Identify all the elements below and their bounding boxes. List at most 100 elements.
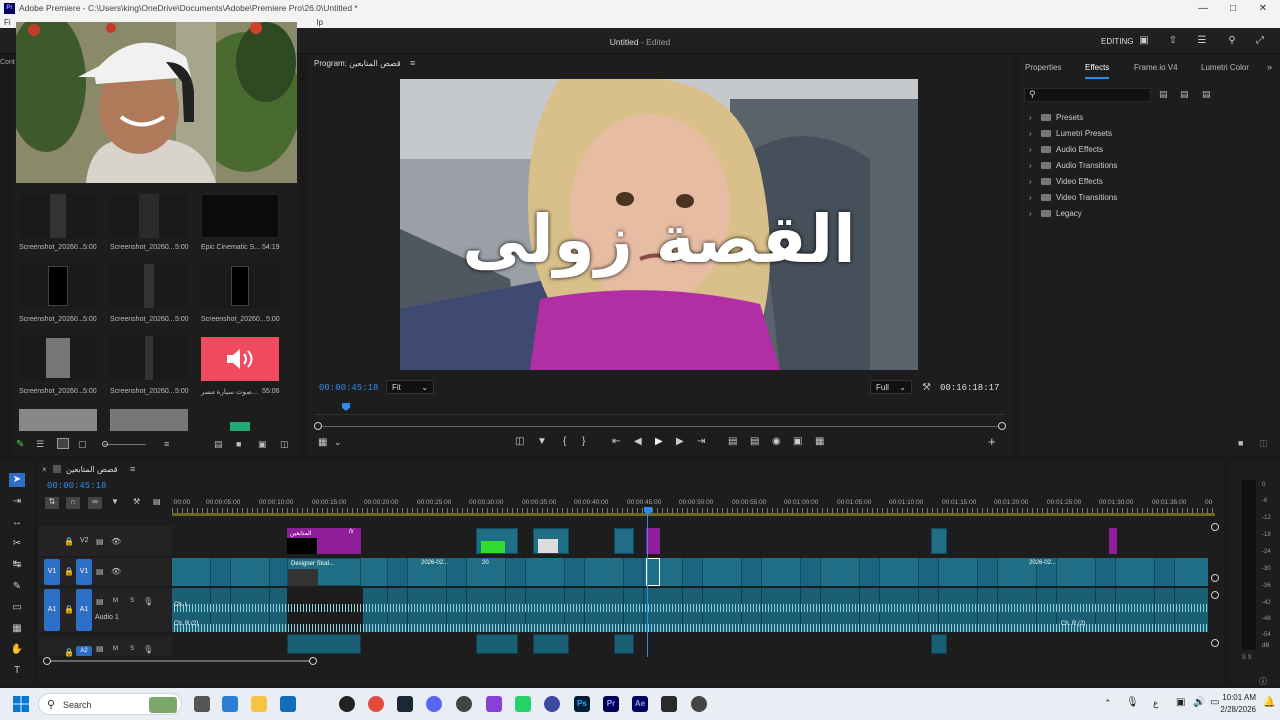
audio-clip-thumbnail[interactable] [201,337,279,381]
new-custom-bin-icon[interactable]: ■ [1238,438,1243,448]
automate-icon[interactable]: ▤ [214,439,223,450]
tab-frameio[interactable]: Frame.io V4 [1134,63,1178,72]
settings-app-icon[interactable] [339,696,355,712]
panel-menu-icon[interactable]: ≡ [410,58,415,68]
effects-folder-lumetri-presets[interactable]: › Lumetri Presets [1029,129,1112,138]
app-icon[interactable] [456,696,472,712]
premiere-icon[interactable]: Pr [603,696,619,712]
pen-tool-icon[interactable]: ✎ [9,580,25,594]
volume-icon[interactable]: 🔊 [1193,697,1205,708]
fullscreen-icon[interactable]: ⤢ [1254,35,1266,47]
audio-clip[interactable] [614,634,634,654]
marker-icon[interactable]: ▼ [537,436,547,447]
search-icon[interactable]: ⚲ [1226,35,1238,47]
sort-icon[interactable]: ≡ [164,439,169,449]
new-bin-icon[interactable]: ■ [236,439,241,449]
horizontal-zoom-scrollbar[interactable] [47,660,313,662]
go-to-in-icon[interactable]: ⇤ [612,436,620,447]
microphone-icon[interactable]: 🎙 [143,645,153,654]
minimize-icon[interactable]: — [1188,0,1218,16]
vertical-scroll-handle[interactable] [1211,523,1219,531]
clip-thumbnail[interactable] [230,422,250,431]
transform-tool-icon[interactable]: ▦ [9,622,25,636]
vertical-scroll-handle[interactable] [1211,574,1219,582]
workspace-label[interactable]: EDITING [1101,37,1133,46]
whatsapp-icon[interactable] [515,696,531,712]
widgets-icon[interactable] [222,696,238,712]
solo-button[interactable]: S [130,646,134,652]
lock-icon[interactable]: 🔒 [64,605,74,614]
fit-zoom-select[interactable]: Fit ⌄ [386,380,434,394]
windows-start-icon[interactable] [13,696,29,712]
track-label[interactable]: A1 [76,589,92,631]
app-icon[interactable] [486,696,502,712]
lock-icon[interactable]: 🔒 [64,648,74,657]
trash-icon[interactable]: ◫ [280,439,289,450]
source-patch-v1[interactable]: V1 [44,559,60,585]
video-clip[interactable]: المتابعين fx [287,528,361,554]
track-label[interactable]: A2 [76,646,92,656]
clock-time[interactable]: 10:01 AM [1216,693,1256,702]
tab-properties[interactable]: Properties [1025,63,1061,72]
zoom-bar-right-handle[interactable] [998,422,1006,430]
microphone-icon[interactable]: 🎙 [143,597,153,606]
razor-tool-icon[interactable]: ✂ [9,537,25,551]
eye-icon[interactable]: 👁 [111,567,121,576]
wrench-icon[interactable]: ⚒ [922,382,931,393]
mute-button[interactable]: M [113,646,118,652]
effects-folder-video-effects[interactable]: › Video Effects [1029,177,1103,186]
mark-out-icon[interactable]: } [582,436,585,447]
sequence-tab-name[interactable]: قصص المتابعين [66,465,118,474]
outlook-icon[interactable] [280,696,296,712]
more-tabs-icon[interactable]: » [1267,62,1272,72]
menu-file[interactable]: Fi [4,18,11,27]
clock-date[interactable]: 2/28/2026 [1210,705,1256,714]
rectangle-tool-icon[interactable]: ▭ [9,601,25,615]
mute-button[interactable]: M [113,598,118,604]
menu-help[interactable]: lp [317,18,323,27]
close-sequence-icon[interactable]: × [42,465,47,474]
slip-tool-icon[interactable]: ↹ [9,558,25,572]
tab-lumetri-color[interactable]: Lumetri Color [1201,63,1249,72]
trash-icon[interactable]: ◫ [1259,438,1268,449]
hand-tool-icon[interactable]: ✋ [9,643,25,657]
extract-icon[interactable]: ▤ [750,436,759,447]
sync-lock-icon[interactable]: ▤ [96,644,104,653]
info-icon[interactable]: ⓘ [1259,676,1267,687]
safe-margins-icon[interactable]: ▦ [318,437,327,448]
zoom-bar-left-handle[interactable] [314,422,322,430]
clip-thumbnail[interactable] [19,264,97,308]
video-clip[interactable] [931,528,947,554]
audio-clip[interactable] [287,634,361,654]
effects-folder-audio-effects[interactable]: › Audio Effects [1029,145,1103,154]
discord-icon[interactable] [426,696,442,712]
comparison-view-icon[interactable]: ▣ [793,436,802,447]
program-mini-ruler[interactable] [314,401,1004,415]
track-label[interactable]: V2 [80,537,89,544]
insert-icon[interactable]: ◫ [515,436,524,447]
audio-clip[interactable] [476,634,518,654]
sync-lock-icon[interactable]: ▤ [96,567,104,576]
add-marker-icon[interactable]: ▼ [111,497,119,506]
after-effects-icon[interactable]: Ae [632,696,648,712]
effects-folder-presets[interactable]: › Presets [1029,113,1083,122]
tab-effects[interactable]: Effects [1085,63,1110,79]
file-explorer-icon[interactable] [251,696,267,712]
accelerated-effects-icon[interactable]: ▤ [1159,89,1168,100]
audio-clip[interactable] [533,634,569,654]
timeline-settings-icon[interactable]: ⚒ [133,497,140,506]
obs-icon[interactable] [691,696,707,712]
photoshop-icon[interactable]: Ps [574,696,590,712]
snap-icon[interactable]: ∩ [66,497,80,509]
step-back-icon[interactable]: ◀ [634,436,642,447]
selection-tool-icon[interactable]: ➤ [9,473,25,487]
program-monitor-title[interactable]: Program: قصص المتابعين [314,59,401,68]
captions-icon[interactable]: ▤ [153,497,161,506]
clip-thumbnail[interactable] [110,336,188,380]
effects-search-input[interactable]: ⚲ [1024,88,1151,102]
camera-icon[interactable]: ◉ [772,436,781,447]
close-icon[interactable]: ✕ [1248,0,1278,16]
audio-clip[interactable] [931,634,947,654]
task-view-icon[interactable] [194,696,210,712]
pencil-icon[interactable]: ✎ [16,439,24,450]
